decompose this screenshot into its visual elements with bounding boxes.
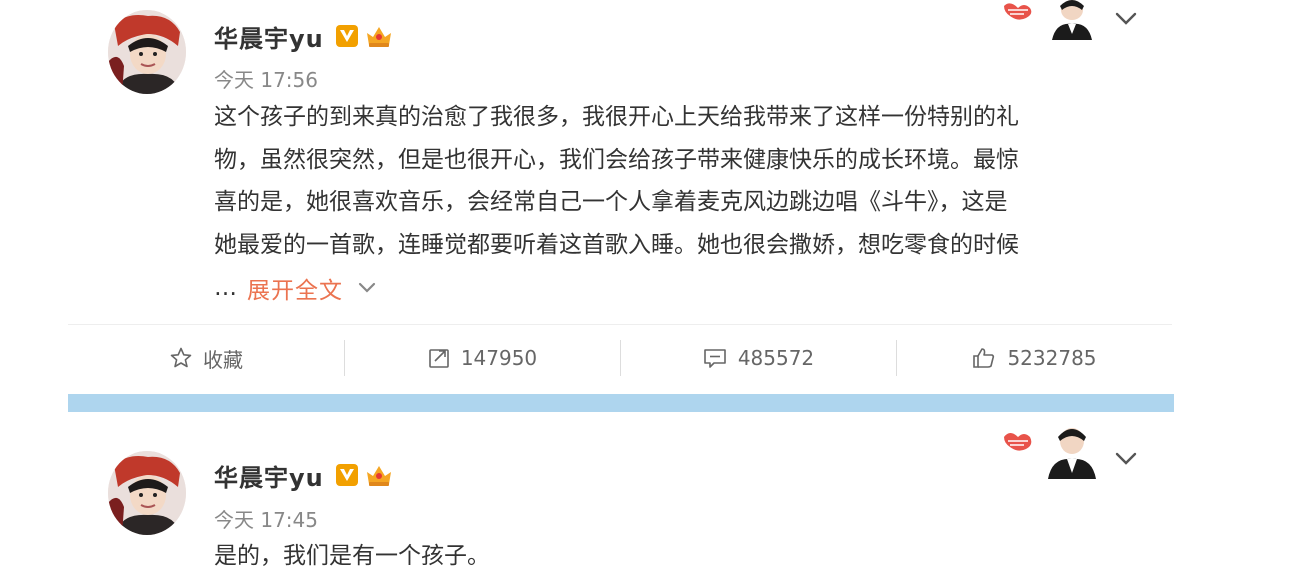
avatar-image (108, 10, 186, 94)
favorite-button[interactable]: 收藏 (68, 330, 344, 386)
content-line: 物，虽然很突然，但是也很开心，我们会给孩子带来健康快乐的成长环境。最惊 (214, 146, 1019, 173)
avatar-image (108, 451, 186, 535)
post-time[interactable]: 今天 17:56 (214, 64, 318, 93)
repost-icon (429, 349, 449, 368)
card-decoration-image (1004, 0, 1096, 40)
post-menu-chevron-icon[interactable] (1113, 10, 1139, 28)
post-menu-chevron-icon[interactable] (1113, 450, 1139, 468)
action-bar: 收藏 147950 485572 5232785 (68, 330, 1172, 386)
avatar[interactable] (108, 451, 186, 535)
repost-count: 147950 (460, 346, 538, 370)
star-icon (170, 347, 192, 368)
ellipsis: … (214, 275, 237, 301)
weibo-post: 华晨宇yu 今天 17:56 这个孩子的到来真的治愈了我很多，我很开心上天给我带… (0, 0, 1290, 392)
content-line: 喜的是，她很喜欢音乐，会经常自己一个人拿着麦克风边跳边唱《斗牛》，这是 (214, 189, 1008, 215)
content-line: 这个孩子的到来真的治愈了我很多，我很开心上天给我带来了这样一份特别的礼 (214, 104, 1019, 130)
divider (68, 324, 1172, 325)
username[interactable]: 华晨宇yu (214, 19, 324, 54)
verified-v-icon (335, 464, 358, 486)
expand-full-text-link[interactable]: 展开全文 (247, 271, 343, 305)
verified-v-icon (335, 25, 358, 47)
post-header: 华晨宇yu (214, 457, 394, 493)
thumbs-up-icon (973, 348, 995, 368)
crown-badge-icon (366, 27, 391, 47)
post-separator (68, 394, 1174, 412)
like-count: 5232785 (1007, 346, 1097, 370)
chevron-down-icon[interactable] (357, 281, 377, 295)
expand-row: … 展开全文 (214, 271, 377, 305)
post-content: 是的，我们是有一个孩子。 (214, 535, 1134, 578)
username[interactable]: 华晨宇yu (214, 458, 324, 493)
weibo-feed: 华晨宇yu 今天 17:56 这个孩子的到来真的治愈了我很多，我很开心上天给我带… (0, 0, 1290, 586)
card-decoration-image (1004, 419, 1100, 479)
content-line: 是的，我们是有一个孩子。 (214, 543, 490, 569)
avatar[interactable] (108, 10, 186, 94)
repost-button[interactable]: 147950 (344, 330, 620, 386)
weibo-post: 华晨宇yu 今天 17:45 是的，我们是有一个孩子。 (0, 415, 1290, 586)
comment-count: 485572 (737, 346, 815, 370)
like-button[interactable]: 5232785 (896, 330, 1172, 386)
favorite-label: 收藏 (203, 347, 243, 372)
comment-button[interactable]: 485572 (620, 330, 896, 386)
post-header: 华晨宇yu (214, 18, 394, 54)
post-time[interactable]: 今天 17:45 (214, 504, 318, 533)
post-content: 这个孩子的到来真的治愈了我很多，我很开心上天给我带来了这样一份特别的礼 物，虽然… (214, 96, 1134, 266)
crown-badge-icon (366, 466, 391, 486)
content-line: 她最爱的一首歌，连睡觉都要听着这首歌入睡。她也很会撒娇，想吃零食的时候 (214, 231, 1019, 258)
comment-icon (704, 349, 726, 368)
